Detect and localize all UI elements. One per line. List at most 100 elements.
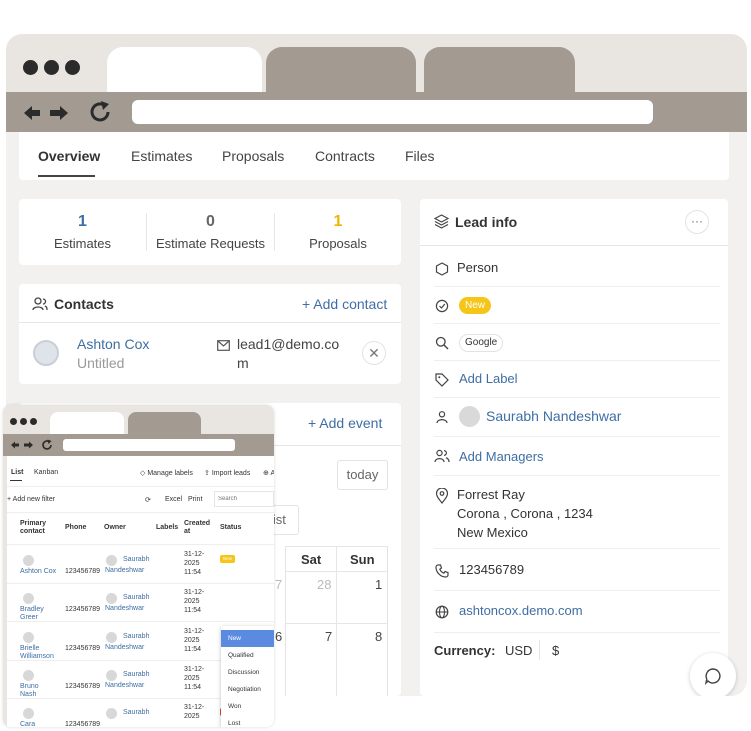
- back-forward-arrows-icon[interactable]: [22, 102, 82, 124]
- calendar-day[interactable]: 28: [317, 577, 331, 592]
- tab-files[interactable]: Files: [405, 148, 435, 164]
- owner-name-line2[interactable]: Nandeshwar: [105, 605, 144, 612]
- window-close-dot[interactable]: [23, 60, 38, 75]
- owner-name-line2[interactable]: Nandeshwar: [105, 644, 144, 651]
- calendar-day[interactable]: 6: [275, 629, 282, 644]
- owner-name-line2[interactable]: Nandeshwar: [105, 567, 144, 574]
- status-option-lost[interactable]: Lost: [221, 715, 274, 727]
- estimate-requests-count[interactable]: 0: [147, 213, 274, 231]
- contact-avatar[interactable]: [33, 340, 59, 366]
- created-time: 11:54: [184, 569, 201, 576]
- estimates-count[interactable]: 1: [19, 213, 146, 231]
- owner-name-line1[interactable]: Saurabh: [123, 671, 149, 678]
- contact-email-line1[interactable]: lead1@demo.co: [237, 336, 339, 352]
- add-lead-button[interactable]: ⊕ A: [263, 469, 274, 477]
- window-maximize-dot[interactable]: [65, 60, 80, 75]
- browser-tab[interactable]: [424, 47, 575, 92]
- remove-contact-close-icon[interactable]: ✕: [362, 341, 386, 365]
- contact-name-line2[interactable]: Nash: [20, 691, 36, 698]
- status-option-new[interactable]: New: [221, 630, 274, 647]
- owner-name-line1[interactable]: Saurabh: [123, 556, 149, 563]
- owner-avatar[interactable]: [106, 708, 117, 719]
- window-minimize-dot[interactable]: [20, 418, 27, 425]
- tab-proposals[interactable]: Proposals: [222, 148, 284, 164]
- owner-name-line1[interactable]: Saurabh: [123, 594, 149, 601]
- created-date-line2: 2025: [184, 713, 200, 720]
- lead-source-badge[interactable]: Google: [459, 334, 504, 352]
- contact-avatar[interactable]: [23, 632, 34, 643]
- owner-avatar[interactable]: [106, 670, 117, 681]
- lead-website-link[interactable]: ashtoncox.demo.com: [459, 603, 583, 618]
- contact-name-line1[interactable]: Bradley: [20, 606, 44, 613]
- lead-owner-name[interactable]: Saurabh Nandeshwar: [486, 408, 621, 424]
- chat-button[interactable]: [690, 653, 736, 696]
- contact-email-line2[interactable]: m: [237, 355, 249, 371]
- owner-avatar[interactable]: [106, 555, 117, 566]
- owner-name-line1[interactable]: Saurabh: [123, 709, 149, 716]
- address-bar[interactable]: [63, 439, 235, 451]
- add-event-link[interactable]: + Add event: [308, 415, 382, 431]
- status-option-discussion[interactable]: Discussion: [221, 664, 274, 681]
- add-new-filter-button[interactable]: + Add new filter: [7, 496, 55, 503]
- address-bar[interactable]: [132, 100, 653, 124]
- lead-phone[interactable]: 123456789: [459, 562, 524, 577]
- calendar-day[interactable]: 1: [375, 577, 382, 592]
- excel-button[interactable]: Excel: [165, 496, 182, 503]
- calendar-today-button[interactable]: today: [337, 460, 388, 490]
- more-options-icon[interactable]: ···: [685, 210, 709, 234]
- owner-name-line1[interactable]: Saurabh: [123, 633, 149, 640]
- globe-icon: [435, 605, 449, 619]
- lead-website-row: ashtoncox.demo.com: [434, 593, 720, 633]
- add-contact-link[interactable]: + Add contact: [302, 296, 387, 312]
- status-option-qualified[interactable]: Qualified: [221, 647, 274, 664]
- browser-tab[interactable]: [266, 47, 416, 92]
- print-button[interactable]: Print: [188, 496, 202, 503]
- reload-icon[interactable]: [41, 439, 53, 451]
- tab-overview[interactable]: Overview: [38, 148, 100, 164]
- reload-icon[interactable]: [88, 100, 112, 124]
- contact-avatar[interactable]: [23, 555, 34, 566]
- browser-tab-active[interactable]: [107, 47, 262, 92]
- search-input[interactable]: [214, 491, 274, 507]
- estimates-label: Estimates: [53, 236, 112, 251]
- status-option-won[interactable]: Won: [221, 698, 274, 715]
- lead-status-badge[interactable]: New: [459, 297, 492, 314]
- tab-contracts[interactable]: Contracts: [315, 148, 375, 164]
- status-badge[interactable]: New: [220, 555, 236, 563]
- add-label-link[interactable]: Add Label: [459, 371, 518, 386]
- owner-name-line2[interactable]: Nandeshwar: [105, 682, 144, 689]
- contact-avatar[interactable]: [23, 670, 34, 681]
- calendar-day[interactable]: 8: [375, 629, 382, 644]
- contact-name-line2[interactable]: Williamson: [20, 653, 54, 660]
- contact-name-line1[interactable]: Cara: [20, 721, 35, 727]
- col-contact-line2: contact: [20, 528, 45, 535]
- owner-avatar[interactable]: [106, 593, 117, 604]
- contact-avatar[interactable]: [23, 708, 34, 719]
- refresh-icon[interactable]: ⟳: [145, 496, 151, 504]
- back-forward-arrows-icon[interactable]: [10, 440, 36, 450]
- window-close-dot[interactable]: [10, 418, 17, 425]
- calendar-day[interactable]: 7: [275, 577, 282, 592]
- contacts-icon: [32, 297, 48, 311]
- contact-name-line1[interactable]: Bruno: [20, 683, 39, 690]
- add-managers-link[interactable]: Add Managers: [459, 449, 544, 464]
- calendar-day[interactable]: 7: [325, 629, 332, 644]
- view-tab-list[interactable]: List: [11, 469, 23, 476]
- contact-name-line1[interactable]: Ashton Cox: [20, 568, 56, 575]
- contact-name-line2[interactable]: Greer: [20, 614, 38, 621]
- tab-estimates[interactable]: Estimates: [131, 148, 192, 164]
- manage-labels-button[interactable]: ◇ Manage labels: [140, 469, 193, 477]
- proposals-count[interactable]: 1: [275, 213, 401, 231]
- owner-avatar[interactable]: [106, 632, 117, 643]
- owner-avatar[interactable]: [459, 406, 480, 427]
- contact-name-line1[interactable]: Brielle: [20, 645, 39, 652]
- window-maximize-dot[interactable]: [30, 418, 37, 425]
- import-leads-button[interactable]: ⇪ Import leads: [204, 469, 250, 477]
- contact-name[interactable]: Ashton Cox: [77, 336, 149, 352]
- browser-tab-active[interactable]: [50, 412, 124, 434]
- contact-avatar[interactable]: [23, 593, 34, 604]
- status-option-negotiation[interactable]: Negotiation: [221, 681, 274, 698]
- browser-tab[interactable]: [128, 412, 201, 434]
- window-minimize-dot[interactable]: [44, 60, 59, 75]
- view-tab-kanban[interactable]: Kanban: [34, 469, 58, 476]
